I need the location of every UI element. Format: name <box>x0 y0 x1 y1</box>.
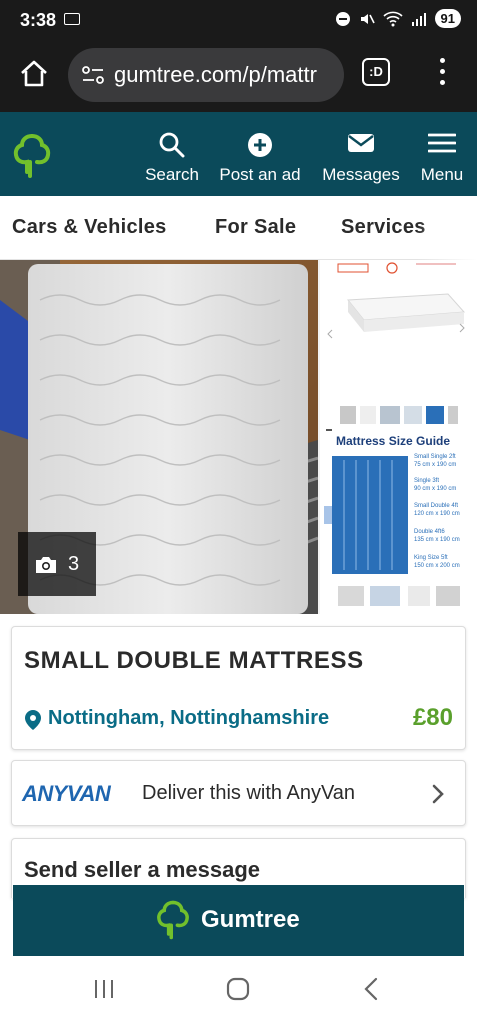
browser-menu-icon[interactable] <box>438 58 446 90</box>
anyvan-delivery-text: Deliver this with AnyVan <box>142 782 356 804</box>
back-icon[interactable] <box>362 976 380 1002</box>
nav-menu-label: Menu <box>420 165 464 184</box>
camera-icon <box>36 557 56 573</box>
status-time: 3:38 <box>20 10 57 30</box>
photo-count-badge[interactable]: 3 <box>18 532 96 596</box>
nav-menu[interactable]: Menu <box>414 112 470 196</box>
category-cars-vehicles[interactable]: Cars & Vehicles <box>12 216 167 239</box>
site-settings-icon[interactable] <box>82 66 104 84</box>
size-row: Small Double 4ft <box>414 503 459 509</box>
category-for-sale[interactable]: For Sale <box>215 216 296 239</box>
hamburger-icon <box>428 133 456 153</box>
mute-icon <box>360 13 375 24</box>
size-guide-title: Mattress Size Guide <box>336 434 451 448</box>
battery-level: 91 <box>434 9 461 28</box>
gumtree-footer-banner[interactable]: Gumtree <box>13 885 464 956</box>
listing-location[interactable]: Nottingham, Nottinghamshire <box>48 707 329 730</box>
send-message-title: Send seller a message <box>24 857 261 882</box>
location-pin-icon <box>25 710 41 730</box>
site-header: Search Post an ad Messages Menu <box>0 112 477 196</box>
size-row: 90 cm x 190 cm <box>414 486 457 492</box>
url-text[interactable]: gumtree.com/p/mattr <box>114 62 338 88</box>
signal-icon <box>411 12 426 26</box>
category-services[interactable]: Services <box>341 216 426 239</box>
nav-search[interactable]: Search <box>136 112 208 196</box>
home-icon[interactable] <box>18 58 50 90</box>
plus-circle-icon <box>248 133 272 157</box>
recent-apps-icon[interactable] <box>92 978 116 1000</box>
tab-switcher-button[interactable]: :D <box>362 58 390 86</box>
wifi-icon <box>382 11 403 26</box>
size-row: Single 3ft <box>414 478 440 484</box>
category-scroll-fade <box>417 196 477 260</box>
system-navigation-bar <box>0 956 477 1024</box>
size-row: 150 cm x 200 cm <box>414 563 460 569</box>
nav-search-label: Search <box>145 165 199 184</box>
mail-notification-icon <box>64 13 80 25</box>
nav-messages-label: Messages <box>322 165 400 184</box>
status-bar: 3:38 91 <box>0 0 477 40</box>
main-listing-photo[interactable]: 3 <box>0 260 318 614</box>
size-row: Small Single 2ft <box>414 454 456 460</box>
listing-title: SMALL DOUBLE MATTRESS <box>24 647 364 674</box>
dnd-icon <box>335 11 350 26</box>
anyvan-logo: ANYVAN <box>22 781 111 806</box>
size-row: King Size 5ft <box>414 555 448 561</box>
size-row: Double 4ft6 <box>414 529 445 535</box>
nav-post-ad[interactable]: Post an ad <box>214 112 306 196</box>
nav-post-ad-label: Post an ad <box>219 165 301 184</box>
anyvan-delivery-card[interactable]: ANYVAN Deliver this with AnyVan <box>11 760 466 826</box>
listing-price: £80 <box>412 704 453 731</box>
size-row: 120 cm x 190 cm <box>414 511 460 517</box>
size-row: 135 cm x 190 cm <box>414 537 460 543</box>
photo-count: 3 <box>68 553 80 575</box>
status-icons: 91 <box>335 9 461 28</box>
address-bar[interactable]: gumtree.com/p/mattr <box>68 48 344 102</box>
category-bar: Cars & Vehicles For Sale Services <box>0 196 477 260</box>
envelope-icon <box>348 134 374 152</box>
browser-toolbar: gumtree.com/p/mattr :D <box>0 40 477 112</box>
photo-gallery: 3 Mattress Size Guide Small Single 2ft 7… <box>0 260 477 614</box>
gumtree-logo-icon[interactable] <box>12 132 52 180</box>
size-row: 75 cm x 190 cm <box>414 462 457 468</box>
home-nav-icon[interactable] <box>225 976 251 1002</box>
listing-card: SMALL DOUBLE MATTRESS Nottingham, Nottin… <box>11 626 466 750</box>
footer-brand: Gumtree <box>201 906 300 933</box>
search-icon <box>159 132 185 158</box>
nav-messages[interactable]: Messages <box>316 112 406 196</box>
chevron-right-icon <box>432 784 444 804</box>
size-guide-thumbnail[interactable]: Mattress Size Guide Small Single 2ft 75 … <box>320 260 477 614</box>
gumtree-logo-icon <box>157 900 189 940</box>
